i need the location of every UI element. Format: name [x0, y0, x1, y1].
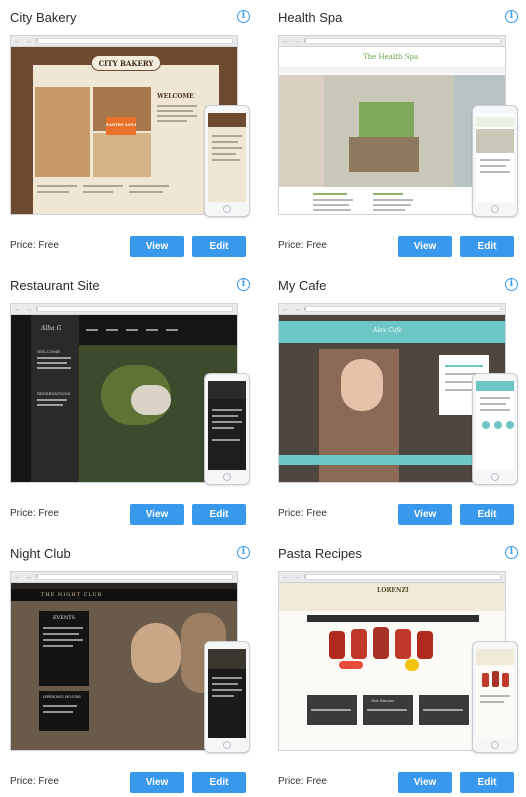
- edit-button[interactable]: Edit: [192, 236, 246, 257]
- browser-toolbar: ← → C: [279, 304, 505, 315]
- info-icon[interactable]: i: [505, 10, 518, 23]
- template-card-my-cafe: My Cafe i ← → C Alex Cafe Price: Free Vi…: [278, 278, 518, 528]
- info-icon[interactable]: i: [237, 278, 250, 291]
- browser-url-bar: [37, 306, 233, 312]
- view-button[interactable]: View: [130, 236, 184, 257]
- phone-home-button-icon: [223, 205, 231, 213]
- browser-url-bar: [37, 38, 233, 44]
- phone-home-button-icon: [491, 205, 499, 213]
- template-preview-mobile[interactable]: [472, 373, 518, 485]
- browser-url-bar: [37, 574, 233, 580]
- view-button[interactable]: View: [398, 236, 452, 257]
- view-button[interactable]: View: [398, 504, 452, 525]
- info-icon[interactable]: i: [505, 278, 518, 291]
- price-text: Price: Free: [278, 776, 327, 787]
- price-text: Price: Free: [10, 508, 59, 519]
- edit-button[interactable]: Edit: [192, 504, 246, 525]
- browser-url-bar: [305, 306, 501, 312]
- browser-toolbar: ← → C: [279, 572, 505, 583]
- edit-button[interactable]: Edit: [460, 772, 514, 793]
- price-text: Price: Free: [278, 240, 327, 251]
- edit-button[interactable]: Edit: [460, 236, 514, 257]
- template-preview-mobile[interactable]: [204, 105, 250, 217]
- preview-badge: PASTRY LOVE: [106, 117, 136, 135]
- info-icon[interactable]: i: [237, 10, 250, 23]
- template-card-night-club: Night Club i ← → C THE NIGHT CLUB EVENTS…: [10, 546, 250, 796]
- template-card-pasta-recipes: Pasta Recipes i ← → C LORENZI Our Sauces: [278, 546, 518, 796]
- edit-button[interactable]: Edit: [460, 504, 514, 525]
- template-card-health-spa: Health Spa i ← → C The Health Spa Price:…: [278, 10, 518, 260]
- browser-toolbar: ← → C: [11, 304, 237, 315]
- template-title: City Bakery: [10, 10, 77, 25]
- template-preview-mobile[interactable]: [204, 641, 250, 753]
- template-preview-mobile[interactable]: [472, 641, 518, 753]
- phone-home-button-icon: [491, 741, 499, 749]
- template-card-city-bakery: City Bakery i ← → C CITY BAKERY PASTRY L…: [10, 10, 250, 260]
- template-title: Health Spa: [278, 10, 343, 25]
- template-title: Restaurant Site: [10, 278, 100, 293]
- info-icon[interactable]: i: [237, 546, 250, 559]
- template-title: Night Club: [10, 546, 71, 561]
- edit-button[interactable]: Edit: [192, 772, 246, 793]
- browser-url-bar: [305, 38, 501, 44]
- price-text: Price: Free: [10, 240, 59, 251]
- template-title: Pasta Recipes: [278, 546, 362, 561]
- browser-toolbar: ← → C: [11, 572, 237, 583]
- template-preview-mobile[interactable]: [204, 373, 250, 485]
- preview-logo: CITY BAKERY: [91, 55, 161, 71]
- view-button[interactable]: View: [398, 772, 452, 793]
- view-button[interactable]: View: [130, 504, 184, 525]
- template-title: My Cafe: [278, 278, 327, 293]
- phone-home-button-icon: [223, 741, 231, 749]
- template-preview-mobile[interactable]: [472, 105, 518, 217]
- price-text: Price: Free: [278, 508, 327, 519]
- phone-home-button-icon: [491, 473, 499, 481]
- browser-toolbar: ← → C: [279, 36, 505, 47]
- view-button[interactable]: View: [130, 772, 184, 793]
- phone-home-button-icon: [223, 473, 231, 481]
- price-text: Price: Free: [10, 776, 59, 787]
- template-card-restaurant-site: Restaurant Site i ← → C Alba G WELCOME R…: [10, 278, 250, 528]
- browser-url-bar: [305, 574, 501, 580]
- browser-toolbar: ← → C: [11, 36, 237, 47]
- info-icon[interactable]: i: [505, 546, 518, 559]
